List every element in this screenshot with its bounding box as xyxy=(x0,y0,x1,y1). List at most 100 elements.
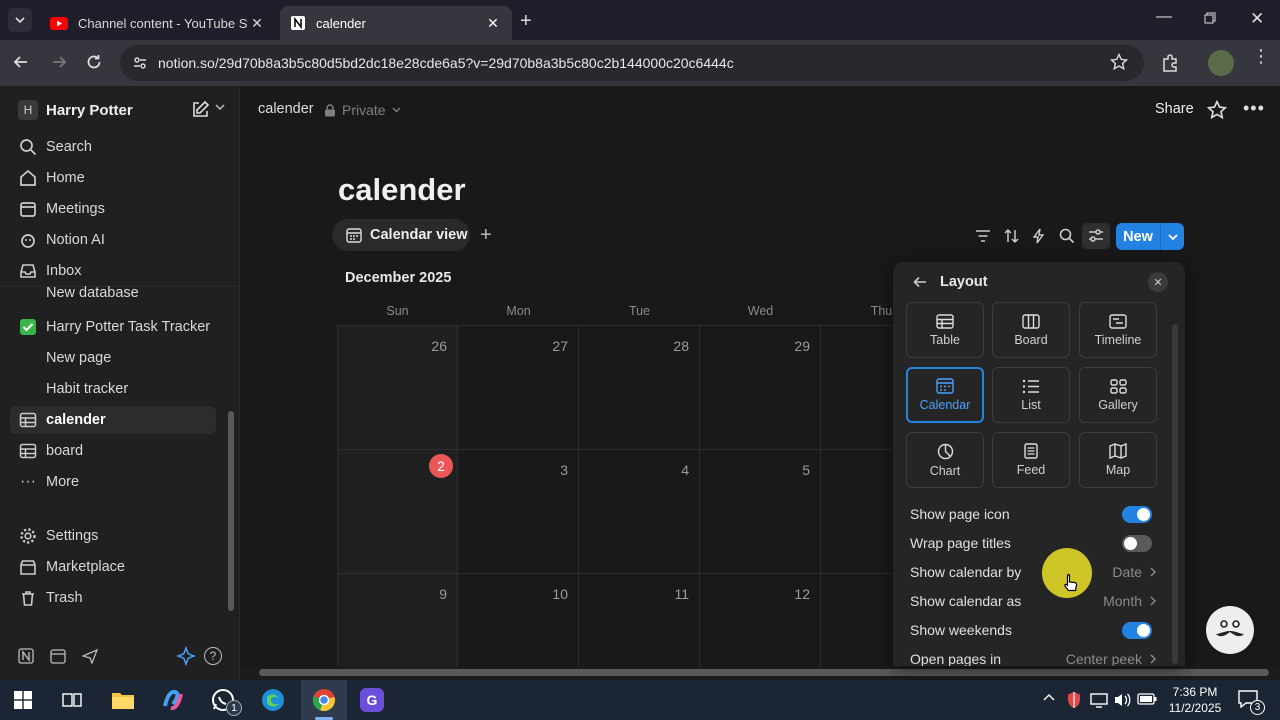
chrome-taskbar-item[interactable] xyxy=(301,680,347,720)
sidebar-item-more[interactable]: ··· More xyxy=(10,468,216,496)
back-button[interactable] xyxy=(12,53,30,71)
forward-button[interactable] xyxy=(50,53,68,71)
close-tab-icon[interactable]: ✕ xyxy=(484,14,502,32)
reload-button[interactable] xyxy=(85,53,103,71)
help-assistant-avatar[interactable] xyxy=(1206,606,1254,654)
address-bar[interactable]: notion.so/29d70b8a3b5c80d5bd2dc18e28cde6… xyxy=(120,45,1144,81)
minimize-button[interactable]: — xyxy=(1156,8,1172,26)
task-view-icon[interactable] xyxy=(62,691,82,709)
file-explorer-icon[interactable] xyxy=(111,689,135,711)
new-button[interactable]: New xyxy=(1116,223,1160,250)
sidebar-page-calender[interactable]: calender xyxy=(10,406,216,434)
bookmark-star-icon[interactable] xyxy=(1110,53,1128,71)
whatsapp-icon[interactable]: 1 xyxy=(211,688,242,716)
sidebar-item-trash[interactable]: Trash xyxy=(10,584,216,612)
sidebar-page-new-page[interactable]: New page xyxy=(10,344,216,372)
calendar-day-cell[interactable]: 11 xyxy=(579,574,700,666)
notion-logo-icon[interactable] xyxy=(18,648,34,664)
show-hidden-icons-chevron[interactable] xyxy=(1043,693,1055,701)
layout-option-calendar[interactable]: Calendar xyxy=(906,367,984,423)
tab-search-button[interactable] xyxy=(8,8,32,32)
sidebar-page-new-database[interactable]: New database xyxy=(10,282,216,304)
workspace-menu-chevron[interactable] xyxy=(215,104,225,110)
new-page-button[interactable] xyxy=(190,100,210,120)
page-more-icon[interactable]: ••• xyxy=(1243,98,1265,119)
horizontal-scrollbar[interactable] xyxy=(240,666,1280,680)
battery-icon[interactable] xyxy=(1137,693,1157,705)
option-open-pages-in[interactable]: Open pages in Center peek xyxy=(910,646,1160,666)
panel-close-button[interactable]: ✕ xyxy=(1148,272,1168,292)
calendar-day-cell[interactable]: 4 xyxy=(579,450,700,574)
app-g-icon[interactable]: G xyxy=(360,688,384,712)
send-icon[interactable] xyxy=(82,648,98,664)
sidebar-item-inbox[interactable]: Inbox xyxy=(10,257,216,285)
tab-calendar-view[interactable]: Calendar view xyxy=(332,219,470,251)
calendar-day-cell[interactable]: 28 xyxy=(579,326,700,450)
option-show-page-icon[interactable]: Show page icon xyxy=(910,501,1160,527)
panel-scrollbar[interactable] xyxy=(1172,324,1178,664)
new-tab-button[interactable]: + xyxy=(520,10,532,33)
breadcrumb[interactable]: calender xyxy=(258,101,314,117)
clock[interactable]: 7:36 PM 11/2/2025 xyxy=(1164,684,1226,716)
show-weekends-toggle[interactable] xyxy=(1122,621,1152,639)
sidebar-item-home[interactable]: Home xyxy=(10,164,216,192)
edge-browser-icon[interactable] xyxy=(261,688,285,712)
layout-option-feed[interactable]: Feed xyxy=(992,432,1070,488)
windows-start-icon[interactable] xyxy=(14,691,32,709)
new-dropdown-button[interactable] xyxy=(1160,223,1184,250)
sidebar-item-marketplace[interactable]: Marketplace xyxy=(10,553,216,581)
security-shield-icon[interactable] xyxy=(1066,691,1082,709)
sidebar-item-meetings[interactable]: Meetings xyxy=(10,195,216,223)
calendar-day-cell[interactable]: 10 xyxy=(458,574,579,666)
layout-option-gallery[interactable]: Gallery xyxy=(1079,367,1157,423)
help-icon[interactable]: ? xyxy=(204,647,222,665)
tab-calender[interactable]: calender ✕ xyxy=(280,6,512,40)
sidebar-page-task-tracker[interactable]: Harry Potter Task Tracker xyxy=(10,313,216,341)
view-settings-button[interactable] xyxy=(1082,223,1110,249)
extensions-button[interactable] xyxy=(1160,53,1180,73)
sidebar-page-habit-tracker[interactable]: Habit tracker xyxy=(10,375,216,403)
calendar-day-cell[interactable] xyxy=(821,326,893,450)
notification-center-icon[interactable]: 3 xyxy=(1238,690,1265,715)
option-wrap-page-titles[interactable]: Wrap page titles xyxy=(910,530,1160,556)
browser-menu-icon[interactable]: ⋮ xyxy=(1252,47,1270,65)
layout-option-list[interactable]: List xyxy=(992,367,1070,423)
tab-youtube-studio[interactable]: Channel content - YouTube Stu ✕ xyxy=(40,6,276,40)
calendar-day-cell[interactable] xyxy=(821,450,893,574)
search-icon[interactable] xyxy=(1059,228,1075,244)
close-window-button[interactable]: ✕ xyxy=(1250,9,1264,29)
calendar-day-cell[interactable]: 26 xyxy=(337,326,458,450)
layout-option-timeline[interactable]: Timeline xyxy=(1079,302,1157,358)
profile-avatar[interactable] xyxy=(1208,50,1234,76)
calendar-day-cell[interactable]: 3 xyxy=(458,450,579,574)
site-info-icon[interactable] xyxy=(132,55,148,71)
sidebar-scrollbar[interactable] xyxy=(228,301,234,619)
calendar-day-cell[interactable]: 5 xyxy=(700,450,821,574)
layout-option-board[interactable]: Board xyxy=(992,302,1070,358)
copilot-icon[interactable] xyxy=(161,688,185,712)
layout-option-chart[interactable]: Chart xyxy=(906,432,984,488)
option-show-calendar-as[interactable]: Show calendar as Month xyxy=(910,588,1160,614)
sidebar-item-settings[interactable]: Settings xyxy=(10,522,216,550)
calendar-day-cell[interactable]: 27 xyxy=(458,326,579,450)
layout-option-table[interactable]: Table xyxy=(906,302,984,358)
filter-icon[interactable] xyxy=(975,229,991,243)
favorite-star-icon[interactable] xyxy=(1207,100,1227,120)
calendar-day-cell[interactable]: 12 xyxy=(700,574,821,666)
ai-sparkle-icon[interactable] xyxy=(176,646,196,666)
sort-icon[interactable] xyxy=(1004,228,1019,244)
calendar-day-cell[interactable]: 29 xyxy=(700,326,821,450)
sidebar-page-board[interactable]: board xyxy=(10,437,216,465)
calendar-app-icon[interactable] xyxy=(50,648,66,664)
option-show-calendar-by[interactable]: Show calendar by Date xyxy=(910,559,1160,585)
share-button[interactable]: Share xyxy=(1155,101,1194,117)
sidebar-item-search[interactable]: Search xyxy=(10,133,216,161)
calendar-day-cell[interactable] xyxy=(821,574,893,666)
workspace-name[interactable]: Harry Potter xyxy=(46,102,133,119)
network-icon[interactable] xyxy=(1090,692,1108,708)
automation-lightning-icon[interactable] xyxy=(1033,228,1045,244)
volume-icon[interactable] xyxy=(1113,692,1131,708)
layout-option-map[interactable]: Map xyxy=(1079,432,1157,488)
page-title[interactable]: calender xyxy=(338,172,466,208)
sidebar-item-notion-ai[interactable]: Notion AI xyxy=(10,226,216,254)
